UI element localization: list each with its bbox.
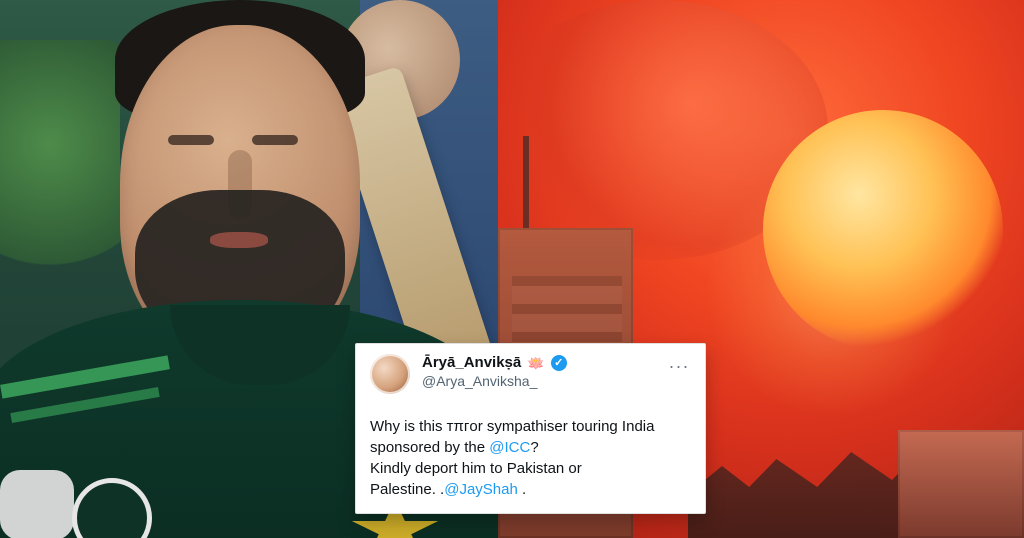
mouth bbox=[210, 232, 268, 248]
tweet-line-3: Kindly deport him to Pakistan or bbox=[370, 460, 582, 477]
left-eye bbox=[168, 135, 214, 145]
tweet-inner: Āryā_Anvikṣā 🪷 ✓ @Arya_Anviksha_ ··· Why… bbox=[370, 354, 693, 503]
handle[interactable]: @Arya_Anviksha_ bbox=[422, 373, 663, 389]
background-green bbox=[0, 40, 120, 300]
mention-icc[interactable]: @ICC bbox=[489, 439, 530, 456]
tweet-line-2: sponsored by the @ICC? bbox=[370, 437, 685, 458]
display-name[interactable]: Āryā_Anvikṣā bbox=[422, 354, 521, 371]
verified-badge-icon: ✓ bbox=[550, 354, 567, 371]
mention-jayshah[interactable]: @JayShah bbox=[444, 481, 518, 498]
name-row: Āryā_Anvikṣā 🪷 ✓ bbox=[422, 354, 663, 371]
fireball bbox=[763, 110, 1003, 350]
lotus-emoji: 🪷 bbox=[527, 354, 545, 371]
more-icon[interactable]: ··· bbox=[665, 354, 693, 378]
tweet-line-4-prefix: Palestine. . bbox=[370, 481, 445, 498]
right-eye bbox=[252, 135, 298, 145]
avatar[interactable] bbox=[370, 354, 410, 394]
building-right bbox=[898, 430, 1024, 538]
tweet-text: Why is this ᴛπᴦor sympathiser touring In… bbox=[370, 416, 685, 500]
tweet-card: Āryā_Anvikṣā 🪷 ✓ @Arya_Anviksha_ ··· Why… bbox=[355, 343, 706, 514]
tweet-line-2-prefix: sponsored by the bbox=[370, 439, 490, 456]
antenna bbox=[523, 136, 529, 228]
batting-glove bbox=[0, 470, 74, 538]
tweet-line-4-suffix: . bbox=[517, 481, 527, 498]
tweet-line-4: Palestine. .@JayShah . bbox=[370, 479, 685, 500]
tweet-line-2-suffix: ? bbox=[530, 439, 539, 456]
tweet-line-1: Why is this ᴛπᴦor sympathiser touring In… bbox=[370, 418, 655, 435]
tweet-header: Āryā_Anvikṣā 🪷 ✓ @Arya_Anviksha_ bbox=[422, 354, 663, 389]
